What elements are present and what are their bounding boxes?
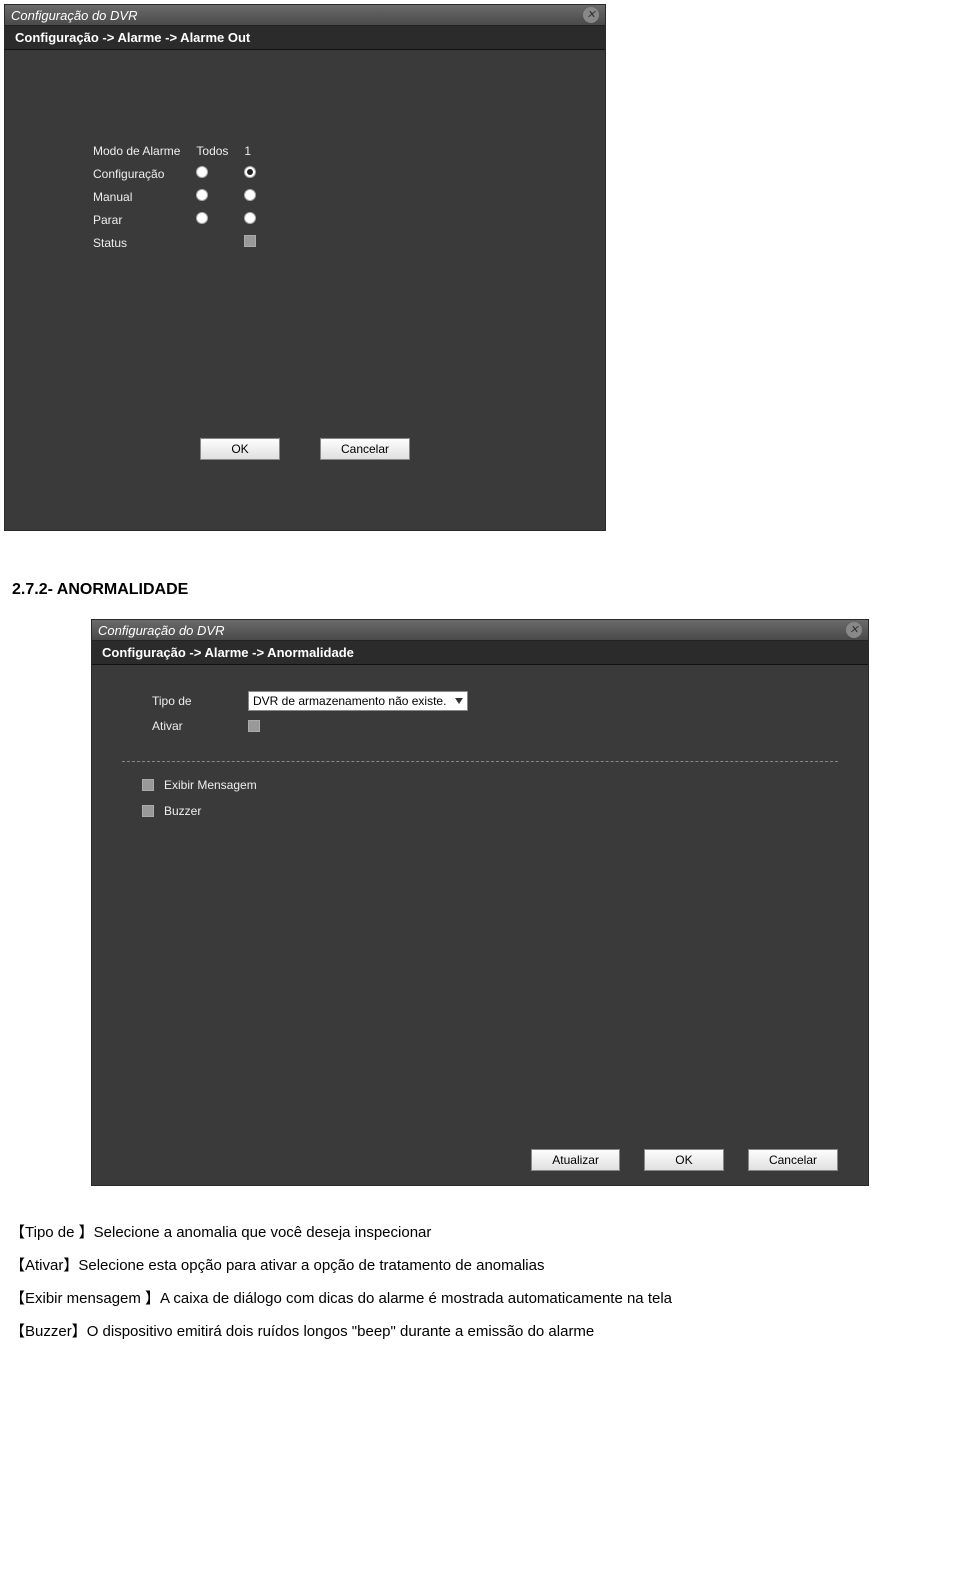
dvr-config-dialog-alarme-out: Configuração do DVR ✕ Configuração -> Al… — [4, 4, 606, 531]
dialog-body: Modo de Alarme Todos 1 Configuração Manu… — [5, 50, 605, 530]
row-tipo: Tipo de DVR de armazenamento não existe. — [152, 691, 838, 711]
breadcrumb: Configuração -> Alarme -> Alarme Out — [5, 26, 605, 50]
term-tipo: 【Tipo de 】 — [10, 1224, 94, 1241]
label-modo-alarme: Modo de Alarme — [85, 140, 188, 162]
close-icon[interactable]: ✕ — [846, 622, 862, 638]
section-heading: 2.7.2- ANORMALIDADE — [12, 581, 960, 599]
label-buzzer: Buzzer — [164, 804, 201, 818]
radio-parar-1[interactable] — [244, 212, 256, 224]
desc-exibir: A caixa de diálogo com dicas do alarme é… — [160, 1290, 672, 1307]
term-ativar: 【Ativar】 — [10, 1257, 78, 1274]
desc-buzzer: O dispositivo emitirá dois ruídos longos… — [87, 1323, 595, 1340]
breadcrumb-text: Configuração -> Alarme -> Alarme Out — [15, 30, 250, 45]
label-status: Status — [85, 231, 188, 254]
titlebar: Configuração do DVR ✕ — [5, 5, 605, 26]
checkbox-exibir-mensagem[interactable] — [142, 779, 154, 791]
cancel-button[interactable]: Cancelar — [320, 438, 410, 460]
cancel-button[interactable]: Cancelar — [748, 1149, 838, 1171]
checkbox-ativar[interactable] — [248, 720, 260, 732]
checkbox-buzzer[interactable] — [142, 805, 154, 817]
description-text: 【Tipo de 】Selecione a anomalia que você … — [10, 1216, 950, 1348]
label-manual: Manual — [85, 185, 188, 208]
dialog-body: Tipo de DVR de armazenamento não existe.… — [92, 665, 868, 1185]
label-exibir-mensagem: Exibir Mensagem — [164, 778, 257, 792]
label-parar: Parar — [85, 208, 188, 231]
select-value: DVR de armazenamento não existe. — [253, 694, 446, 708]
tipo-select[interactable]: DVR de armazenamento não existe. — [248, 691, 468, 711]
dialog-title: Configuração do DVR — [11, 8, 137, 23]
radio-config-1[interactable] — [244, 166, 256, 178]
radio-config-todos[interactable] — [196, 166, 208, 178]
term-exibir: 【Exibir mensagem 】 — [10, 1290, 160, 1307]
row-ativar: Ativar — [152, 719, 838, 733]
ok-button[interactable]: OK — [644, 1149, 724, 1171]
desc-tipo: Selecione a anomalia que você deseja ins… — [94, 1224, 432, 1241]
dialog-title: Configuração do DVR — [98, 623, 224, 638]
col-1: 1 — [236, 140, 264, 162]
label-tipo: Tipo de — [152, 694, 232, 708]
button-row: OK Cancelar — [5, 438, 605, 460]
term-buzzer: 【Buzzer】 — [10, 1323, 87, 1340]
breadcrumb: Configuração -> Alarme -> Anormalidade — [92, 641, 868, 665]
titlebar: Configuração do DVR ✕ — [92, 620, 868, 641]
ok-button[interactable]: OK — [200, 438, 280, 460]
label-ativar: Ativar — [152, 719, 232, 733]
alarm-mode-grid: Modo de Alarme Todos 1 Configuração Manu… — [85, 140, 264, 254]
row-exibir-mensagem: Exibir Mensagem — [142, 778, 838, 792]
label-configuracao: Configuração — [85, 162, 188, 185]
close-icon[interactable]: ✕ — [583, 7, 599, 23]
row-buzzer: Buzzer — [142, 804, 838, 818]
desc-ativar: Selecione esta opção para ativar a opção… — [78, 1257, 544, 1274]
radio-manual-todos[interactable] — [196, 189, 208, 201]
atualizar-button[interactable]: Atualizar — [531, 1149, 620, 1171]
checkbox-status-1[interactable] — [244, 235, 256, 247]
divider — [122, 761, 838, 762]
radio-parar-todos[interactable] — [196, 212, 208, 224]
dvr-config-dialog-anormalidade: Configuração do DVR ✕ Configuração -> Al… — [91, 619, 869, 1186]
col-todos: Todos — [188, 140, 236, 162]
radio-manual-1[interactable] — [244, 189, 256, 201]
chevron-down-icon — [455, 698, 463, 704]
breadcrumb-text: Configuração -> Alarme -> Anormalidade — [102, 645, 354, 660]
button-row: Atualizar OK Cancelar — [531, 1149, 838, 1171]
